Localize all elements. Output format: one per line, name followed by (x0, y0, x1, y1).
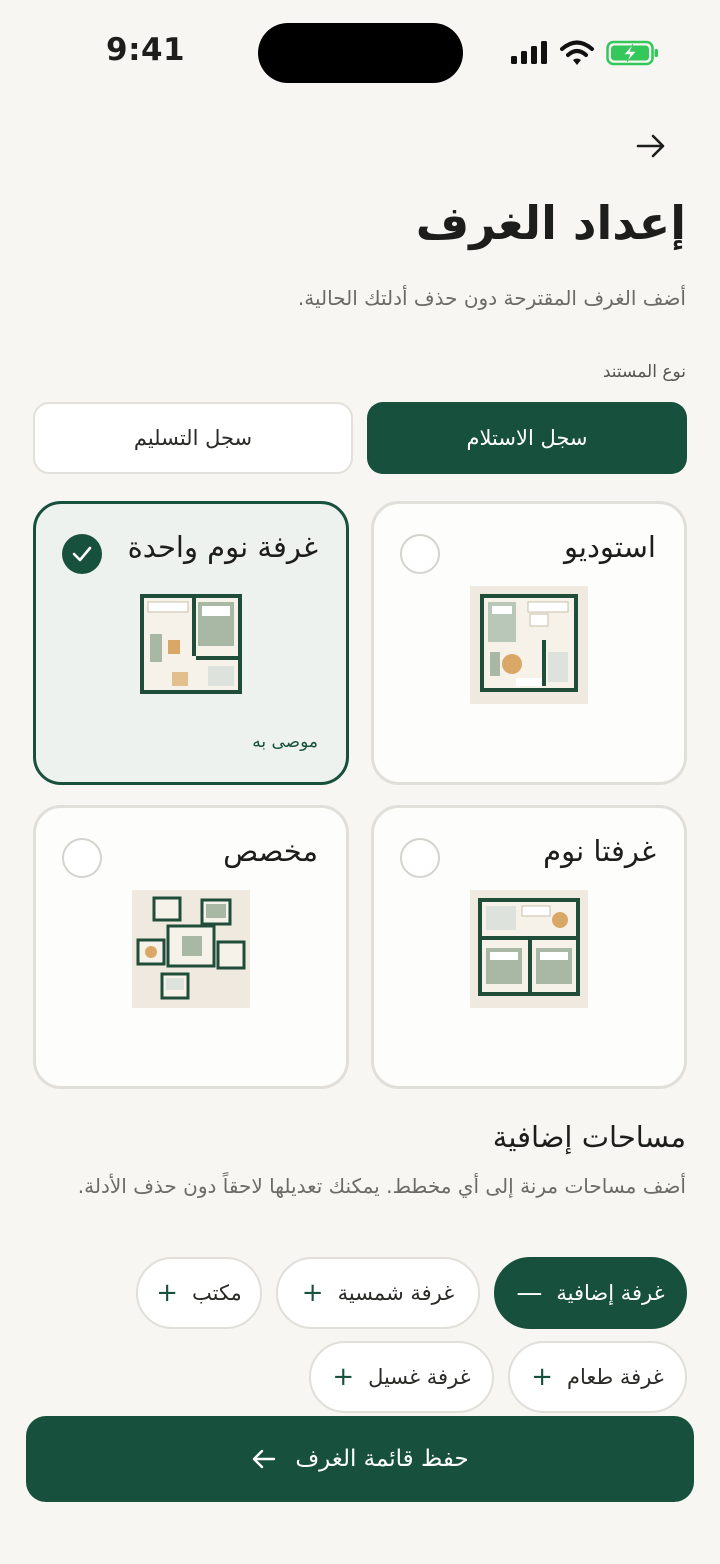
chip-label: غرفة إضافية (556, 1281, 665, 1305)
extra-spaces-description: أضف مساحات مرنة إلى أي مخطط. يمكنك تعديل… (77, 1174, 686, 1198)
segment-label: سجل التسليم (133, 426, 253, 450)
arrow-left-icon (253, 1449, 276, 1469)
status-bar: 9:41 (0, 0, 720, 100)
recommended-badge: موصى به (252, 732, 318, 752)
layout-card-custom[interactable]: مخصص (33, 805, 349, 1089)
chip-extra-room[interactable]: غرفة إضافية — (494, 1257, 687, 1329)
segment-intake-record[interactable]: سجل الاستلام (367, 402, 687, 474)
chip-dining-room[interactable]: غرفة طعام + (508, 1341, 687, 1413)
check-icon (72, 546, 92, 562)
save-button-label: حفظ قائمة الغرف (295, 1446, 469, 1472)
segment-label: سجل الاستلام (466, 426, 588, 450)
arrow-right-icon (636, 134, 665, 158)
layout-card-title: غرفتا نوم (543, 834, 656, 868)
layout-card-one-bedroom[interactable]: غرفة نوم واحدة موصى به (33, 501, 349, 785)
plus-icon: + (301, 1278, 324, 1308)
chip-office[interactable]: مكتب + (136, 1257, 262, 1329)
layout-card-title: استوديو (563, 530, 656, 564)
segment-handover-record[interactable]: سجل التسليم (33, 402, 353, 474)
chip-sunroom[interactable]: غرفة شمسية + (276, 1257, 480, 1329)
minus-icon: — (516, 1278, 543, 1308)
floor-plan-custom-icon (132, 890, 250, 1008)
radio-button[interactable] (400, 838, 440, 878)
back-button[interactable] (626, 124, 676, 168)
battery-charging-icon (606, 40, 658, 66)
plus-icon: + (332, 1362, 355, 1392)
document-type-label: نوع المستند (602, 362, 686, 382)
chip-laundry-room[interactable]: غرفة غسيل + (309, 1341, 494, 1413)
floor-plan-two-bedrooms-icon (470, 890, 588, 1008)
floor-plan-one-bedroom-icon (132, 586, 250, 704)
chip-label: مكتب (192, 1281, 242, 1305)
chip-label: غرفة شمسية (337, 1281, 455, 1305)
floor-plan-studio-icon (470, 586, 588, 704)
layout-card-studio[interactable]: استوديو (371, 501, 687, 785)
layout-card-title: غرفة نوم واحدة (127, 530, 318, 564)
radio-button[interactable] (400, 534, 440, 574)
plus-icon: + (531, 1362, 553, 1392)
page-subtitle: أضف الغرف المقترحة دون حذف أدلتك الحالية… (297, 286, 686, 310)
selected-check[interactable] (62, 534, 102, 574)
dynamic-island (258, 23, 463, 83)
save-room-list-button[interactable]: حفظ قائمة الغرف (26, 1416, 694, 1502)
chip-label: غرفة طعام (567, 1365, 664, 1389)
page-title: إعداد الغرف (415, 196, 686, 250)
cellular-signal-icon (511, 41, 547, 64)
wifi-icon (560, 40, 594, 65)
status-icons (510, 38, 660, 68)
extra-spaces-title: مساحات إضافية (492, 1120, 686, 1154)
chip-label: غرفة غسيل (368, 1365, 471, 1389)
plus-icon: + (156, 1278, 178, 1308)
status-time: 9:41 (106, 32, 186, 68)
layout-card-title: مخصص (223, 834, 318, 868)
radio-button[interactable] (62, 838, 102, 878)
layout-card-two-bedrooms[interactable]: غرفتا نوم (371, 805, 687, 1089)
screen: 9:41 إعداد الغرف أضف الغرف المقترحة دون … (0, 0, 720, 1564)
